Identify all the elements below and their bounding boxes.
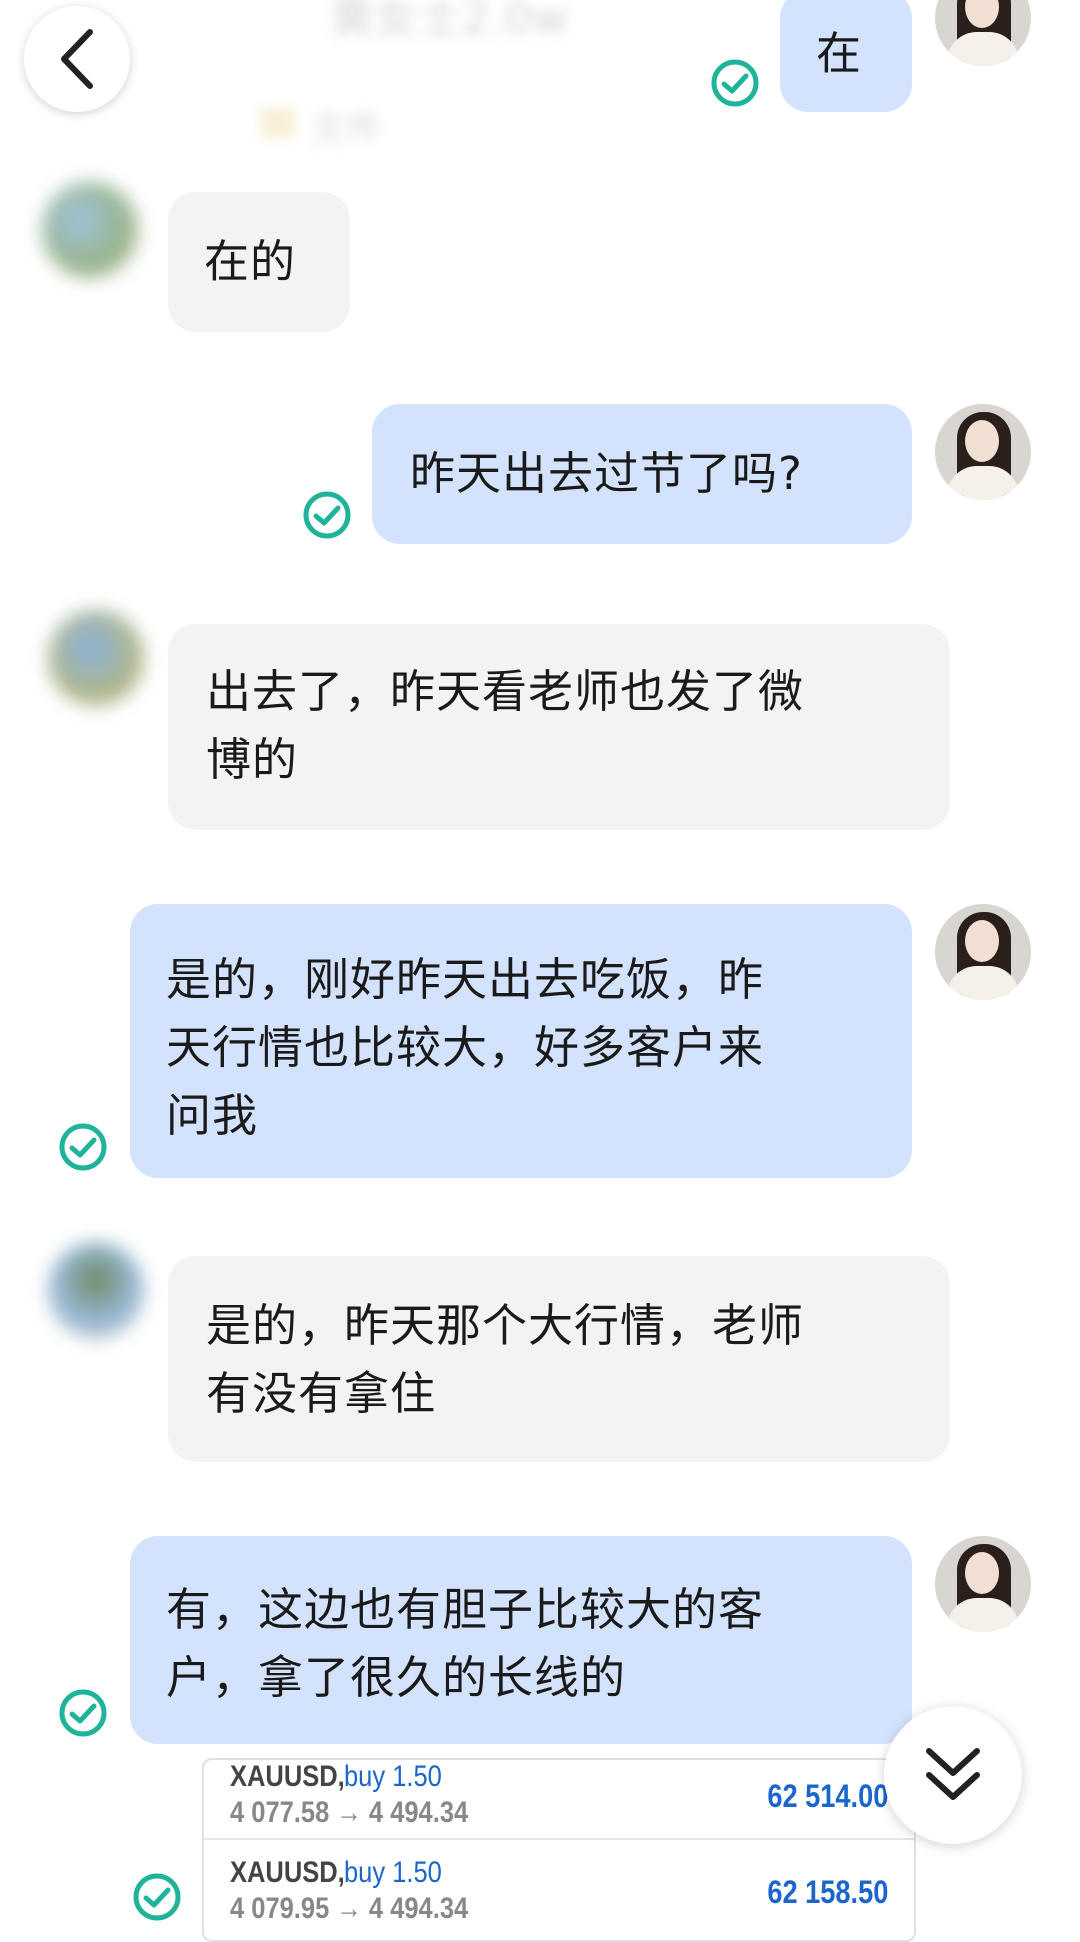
trade-prices: 4 077.58 → 4 494.34 (230, 1796, 469, 1829)
check-circle-icon (59, 1123, 107, 1171)
trade-direction: buy 1.50 (344, 1760, 442, 1793)
trade-screenshot-image[interactable]: XAUUSD, buy 1.50 4 077.58 → 4 494.34 62 … (202, 1758, 916, 1942)
message-text: 在的 (204, 235, 297, 288)
contact-avatar[interactable] (48, 610, 144, 706)
message-line: 是的，昨天那个大行情，老师 (206, 1299, 805, 1352)
check-circle-icon (711, 59, 759, 107)
trade-profit: 62 158.50 (766, 1874, 888, 1910)
chevron-left-icon (61, 29, 93, 89)
contact-avatar[interactable] (42, 182, 138, 278)
message-bubble-out[interactable]: 有，这边也有胆子比较大的客 户，拿了很久的长线的 (130, 1536, 912, 1744)
chat-title: 黄女士2.0w (330, 0, 568, 44)
message-line: 天行情也比较大，好多客户来 (166, 1021, 765, 1074)
file-tab-icon (260, 108, 296, 138)
message-line: 是的，刚好昨天出去吃饭，昨 (166, 953, 765, 1006)
message-line: 出去了，昨天看老师也发了微 (206, 665, 805, 718)
message-bubble-in[interactable]: 出去了，昨天看老师也发了微 博的 (168, 624, 950, 830)
trade-row: XAUUSD, buy 1.50 4 079.95 → 4 494.34 62 … (204, 1856, 914, 1940)
trade-profit: 62 514.00 (766, 1778, 888, 1814)
message-bubble-out[interactable]: 昨天出去过节了吗? (372, 404, 912, 544)
message-line: 户，拿了很久的长线的 (166, 1651, 627, 1704)
double-chevron-down-icon (926, 1748, 980, 1800)
trade-symbol: XAUUSD, (230, 1760, 345, 1793)
my-avatar[interactable] (935, 0, 1031, 66)
trade-prices: 4 079.95 → 4 494.34 (230, 1892, 469, 1925)
message-bubble-out[interactable]: 在 (780, 0, 912, 112)
file-tab[interactable]: 文件 (310, 100, 382, 152)
message-line: 问我 (166, 1089, 259, 1142)
message-line: 有没有拿住 (206, 1367, 437, 1420)
check-circle-icon (303, 491, 351, 539)
trade-direction: buy 1.50 (344, 1856, 442, 1889)
message-bubble-in[interactable]: 是的，昨天那个大行情，老师 有没有拿住 (168, 1256, 950, 1462)
my-avatar[interactable] (935, 904, 1031, 1000)
scroll-to-bottom-button[interactable] (884, 1706, 1022, 1844)
contact-avatar[interactable] (48, 1242, 144, 1338)
trade-row: XAUUSD, buy 1.50 4 077.58 → 4 494.34 62 … (204, 1760, 914, 1856)
message-line: 博的 (206, 733, 299, 786)
trade-symbol: XAUUSD, (230, 1856, 345, 1889)
back-button[interactable] (24, 6, 130, 112)
check-circle-icon (59, 1689, 107, 1737)
message-bubble-out[interactable]: 是的，刚好昨天出去吃饭，昨 天行情也比较大，好多客户来 问我 (130, 904, 912, 1178)
my-avatar[interactable] (935, 404, 1031, 500)
message-line: 有，这边也有胆子比较大的客 (166, 1583, 765, 1636)
message-bubble-in[interactable]: 在的 (168, 192, 350, 332)
message-text: 昨天出去过节了吗? (410, 447, 803, 500)
trade-divider (204, 1838, 914, 1840)
blurred-chat-header: 黄女士2.0w 文件 (0, 0, 1080, 160)
message-text: 在 (816, 27, 863, 80)
my-avatar[interactable] (935, 1536, 1031, 1632)
